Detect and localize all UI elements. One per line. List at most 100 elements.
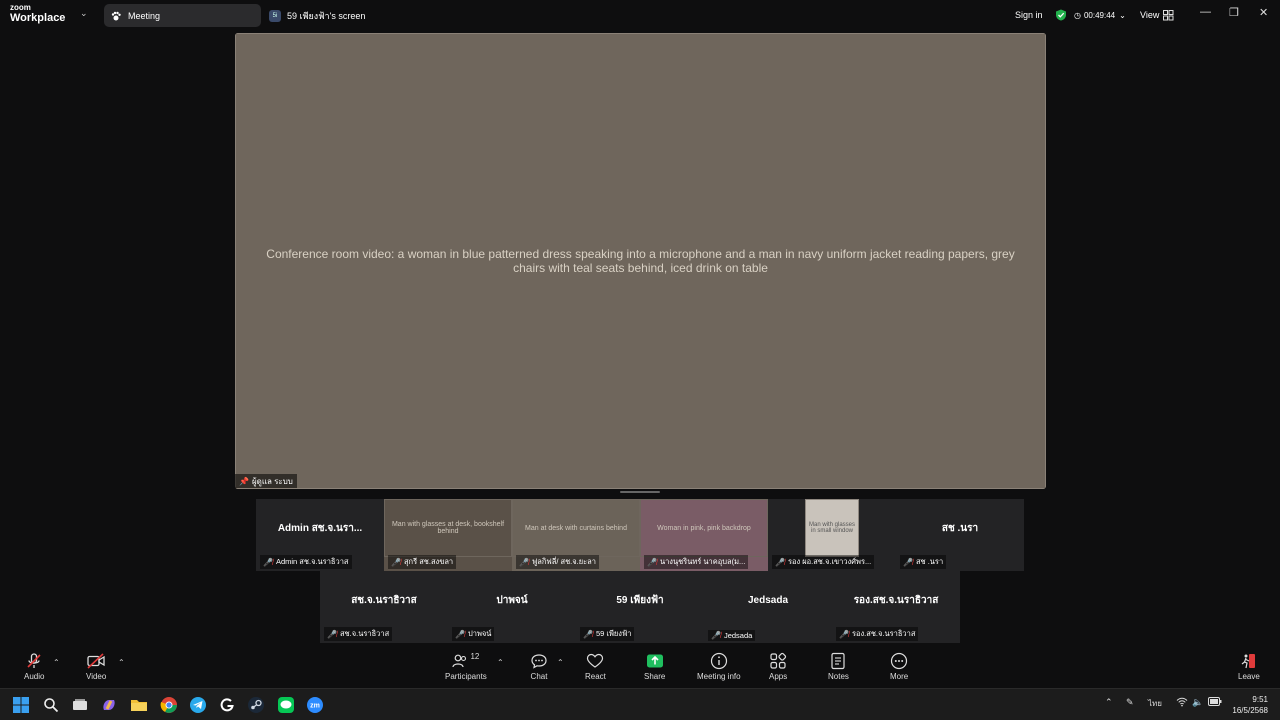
participant-tile[interactable]: 59 เพียงฟ้า 🎤̸ 59 เพียงฟ้า (576, 571, 704, 643)
view-button[interactable]: View (1140, 0, 1174, 30)
wifi-icon[interactable] (1176, 697, 1188, 709)
g-app-icon[interactable] (217, 695, 237, 715)
participant-label: 🎤̸ Admin สช.จ.นราธิวาส (260, 555, 352, 569)
steam-icon[interactable] (246, 695, 266, 715)
participant-video-placeholder: Woman in pink, pink backdrop (640, 499, 768, 557)
participant-tile[interactable]: รอง.สช.จ.นราธิวาส 🎤̸ รอง.สช.จ.นราธิวาส (832, 571, 960, 643)
mic-muted-icon: 🎤̸ (391, 557, 401, 567)
mic-muted-icon: 🎤̸ (583, 629, 593, 639)
telegram-icon[interactable] (188, 695, 208, 715)
system-clock[interactable]: 9:51 16/5/2568 (1232, 694, 1268, 716)
participant-tile[interactable]: Man at desk with curtains behind 🎤̸ ฟูลกิ… (512, 499, 640, 571)
chat-icon (530, 652, 548, 670)
participant-label: 🎤̸ สช.จ.นราธิวาส (324, 627, 393, 641)
chevron-down-icon[interactable]: ⌄ (80, 8, 88, 19)
notes-button[interactable]: Notes (828, 652, 849, 681)
notes-label: Notes (828, 672, 849, 681)
participant-label: 🎤̸ รอง ผอ.สช.จ.เขาวงศ์พร... (772, 555, 875, 569)
participants-count: 12 (470, 652, 480, 661)
tab-meeting-label: Meeting (128, 10, 161, 21)
participant-label-text: Admin สช.จ.นราธิวาส (275, 557, 349, 566)
language-indicator[interactable]: ไทย (1148, 697, 1162, 710)
meeting-timer[interactable]: ◷ 00:49:44 ⌄ (1074, 0, 1126, 30)
copilot-icon[interactable] (99, 695, 119, 715)
react-button[interactable]: React (585, 652, 606, 681)
mic-muted-icon: 🎤̸ (903, 557, 913, 567)
participant-tile[interactable]: ปาพจน์ 🎤̸ ปาพจน์ (448, 571, 576, 643)
minimize-icon[interactable]: — (1200, 6, 1211, 18)
tab-meeting[interactable]: Meeting (104, 4, 261, 27)
participant-label-text: รอง ผอ.สช.จ.เขาวงศ์พร... (787, 557, 872, 566)
windows-start-icon[interactable] (11, 695, 31, 715)
video-button[interactable]: Video (86, 652, 106, 681)
video-label: Video (86, 672, 107, 681)
info-icon (710, 652, 728, 670)
mic-muted-icon: 🎤̸ (711, 631, 721, 640)
participant-tile[interactable]: Man with glasses in small window 🎤̸ รอง ผ… (768, 499, 896, 571)
encryption-shield-icon[interactable] (1055, 0, 1067, 30)
audio-options-caret-icon[interactable]: ⌃ (53, 658, 60, 667)
chat-caret-icon[interactable]: ⌃ (557, 658, 564, 667)
search-icon[interactable] (41, 695, 61, 715)
file-explorer-icon[interactable] (129, 695, 149, 715)
participant-tile[interactable]: Admin สช.จ.นรา... 🎤̸ Admin สช.จ.นราธิวาส (256, 499, 384, 571)
video-options-caret-icon[interactable]: ⌃ (118, 658, 125, 667)
participant-display-name: สช.จ.นราธิวาส (351, 594, 417, 606)
participant-label: 🎤̸ สช .นรา (900, 555, 947, 569)
grid-view-icon (1163, 9, 1174, 20)
pen-input-icon[interactable]: ✎ (1126, 697, 1134, 708)
participant-tile[interactable]: Man with glasses at desk, bookshelf behi… (384, 499, 512, 571)
video-off-icon (86, 652, 106, 670)
participant-tile[interactable]: สช.จ.นราธิวาส 🎤̸ สช.จ.นราธิวาส (320, 571, 448, 643)
participant-label-text: รอง.สช.จ.นราธิวาส (851, 629, 916, 638)
task-view-icon[interactable] (70, 695, 90, 715)
clock-icon: ◷ (1074, 10, 1081, 20)
screen-badge: 5i (269, 9, 281, 22)
audio-label: Audio (24, 672, 45, 681)
participants-icon: 12 (452, 652, 479, 670)
participant-label-text: ปาพจน์ (467, 629, 492, 638)
participant-label: 🎤̸ นางนุชรินทร์ นาคอุบล(ม... (644, 555, 749, 569)
restore-icon[interactable]: ❐ (1229, 6, 1239, 19)
tab-shared-screen[interactable]: 5i 59 เพียงฟ้า's screen (269, 4, 365, 27)
participant-tile[interactable]: Woman in pink, pink backdrop 🎤̸ นางนุชริน… (640, 499, 768, 571)
share-button[interactable]: Share (644, 652, 665, 681)
zoom-workplace-logo[interactable]: zoom Workplace (10, 4, 65, 24)
sign-in-link[interactable]: Sign in (1015, 0, 1043, 30)
participant-label-text: สช .นรา (915, 557, 944, 566)
leave-label: Leave (1238, 672, 1260, 681)
leave-button[interactable]: Leave (1238, 652, 1260, 681)
gallery-resize-handle[interactable] (620, 491, 660, 493)
participant-tile[interactable]: Jedsada 🎤̸ Jedsada (704, 571, 832, 643)
participant-label: 🎤̸ ฟูลกิฟลี่/ สช.จ.ยะลา (516, 555, 599, 569)
close-icon[interactable]: ✕ (1259, 6, 1268, 19)
chrome-icon[interactable] (159, 695, 179, 715)
audio-button[interactable]: Audio (24, 652, 44, 681)
mic-muted-icon: 🎤̸ (519, 557, 529, 567)
participant-display-name: Admin สช.จ.นรา... (277, 522, 363, 534)
battery-icon[interactable] (1208, 697, 1222, 708)
participant-label: 🎤̸ 59 เพียงฟ้า (580, 627, 635, 641)
active-speaker-video[interactable]: Conference room video: a woman in blue p… (235, 33, 1046, 489)
zoom-icon[interactable]: zm (305, 695, 325, 715)
participant-video-placeholder: Man with glasses in small window (805, 499, 859, 557)
clock-date: 16/5/2568 (1232, 706, 1268, 715)
meeting-info-button[interactable]: Meeting info (697, 652, 741, 681)
participants-caret-icon[interactable]: ⌃ (497, 658, 504, 667)
participant-tile[interactable]: สช .นรา 🎤̸ สช .นรา (896, 499, 1024, 571)
volume-icon[interactable]: 🔈 (1192, 697, 1203, 708)
apps-icon (769, 652, 787, 670)
line-icon[interactable] (276, 695, 296, 715)
more-dots-icon (890, 652, 908, 670)
zoom-meeting-window: zoom Workplace ⌄ Meeting 5i 59 เพียงฟ้า'… (0, 0, 1280, 720)
tray-overflow-chevron-icon[interactable]: ⌃ (1105, 697, 1113, 708)
apps-button[interactable]: Apps (769, 652, 787, 681)
chat-button[interactable]: Chat (530, 652, 548, 681)
logo-zoom-text: zoom (10, 3, 31, 12)
participants-button[interactable]: 12 Participants (445, 652, 487, 681)
participant-label: 🎤̸ ปาพจน์ (452, 627, 495, 641)
paw-icon (111, 11, 121, 20)
speaker-video-placeholder: Conference room video: a woman in blue p… (235, 33, 1046, 489)
mic-muted-icon (25, 652, 43, 670)
more-button[interactable]: More (890, 652, 908, 681)
